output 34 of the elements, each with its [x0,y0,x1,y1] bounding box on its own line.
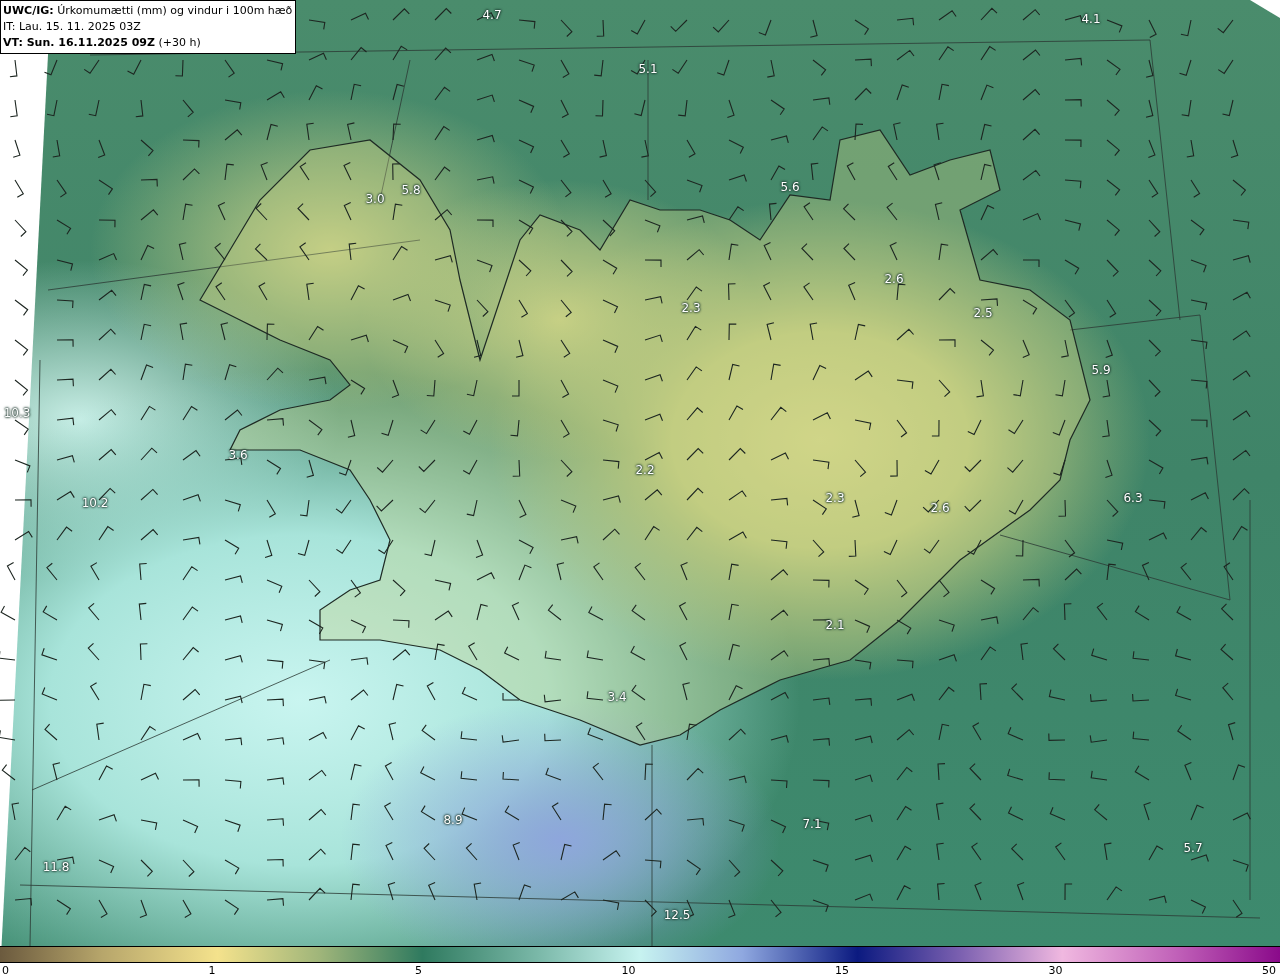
colorbar-tick-label: 15 [835,963,849,978]
precipitation-value: 5.1 [638,62,658,76]
colorbar-tick-label: 30 [1048,963,1063,978]
issue-time: IT: Lau. 15. 11. 2025 03Z [3,19,142,35]
valid-time: VT: Sun. 16.11.2025 09Z (+30 h) [3,35,202,51]
precipitation-value: 3.6 [228,448,248,462]
map-title: UWC/IG: Úrkomumætti (mm) og vindur i 100m hæð [3,3,293,19]
precipitation-value: 5.7 [1183,841,1203,855]
precipitation-value: 4.1 [1081,12,1101,26]
colorbar-tick-label: 0 [2,963,9,978]
colorbar-tick-label: 5 [415,963,422,978]
precipitation-value: 10.3 [3,406,31,420]
precipitation-value: 8.9 [443,813,463,827]
colorbar-tick-label: 50 [1262,963,1276,978]
colorbar-tick-label: 1 [208,963,216,978]
precipitation-value: 11.8 [42,860,70,874]
precipitation-value: 2.3 [681,301,701,315]
precipitation-value: 2.5 [973,306,993,320]
precipitation-value: 2.6 [884,272,904,286]
precipitation-value: 3.0 [365,192,385,206]
precipitation-value: 2.1 [825,618,845,632]
precipitation-value: 2.3 [825,491,845,505]
precipitation-value: 5.8 [401,183,421,197]
colorbar-tick-label: 10 [621,963,636,978]
precipitation-value: 3.4 [607,690,627,704]
precipitation-value: 2.2 [635,463,655,477]
precipitation-value: 10.2 [81,496,109,510]
precipitation-value: 4.7 [482,8,502,22]
precipitation-value: 5.6 [780,180,800,194]
precipitation-value: 2.6 [930,501,950,515]
precipitation-value: 7.1 [802,817,822,831]
precipitation-value: 5.9 [1091,363,1111,377]
precipitation-value: 6.3 [1123,491,1143,505]
precipitation-value: 12.5 [663,908,691,922]
